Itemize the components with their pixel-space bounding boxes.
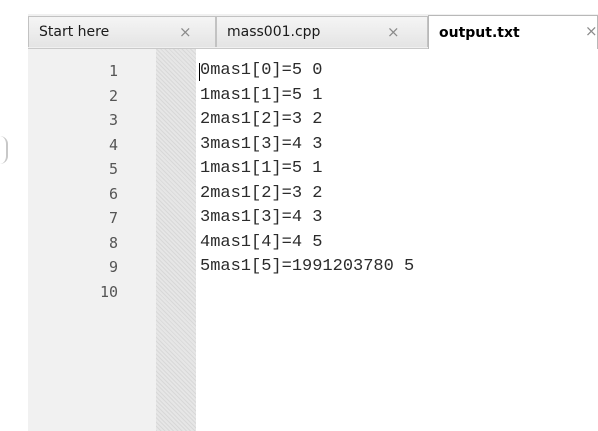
line-number: 2 xyxy=(108,86,118,105)
line-number: 6 xyxy=(108,184,118,203)
line-number: 3 xyxy=(108,111,118,129)
code-line[interactable]: 4mas1[4]=4 5 xyxy=(200,231,598,256)
code-line[interactable]: 1mas1[1]=5 1 xyxy=(200,157,598,182)
tab-label: output.txt xyxy=(439,24,520,41)
close-icon[interactable]: × xyxy=(387,23,400,41)
text-caret xyxy=(199,63,200,81)
code-line[interactable]: 1mas1[1]=5 1 xyxy=(200,84,598,109)
code-line[interactable] xyxy=(200,280,598,305)
left-panel-edge xyxy=(0,0,28,431)
line-number: 10 xyxy=(99,282,118,301)
close-icon[interactable]: × xyxy=(179,23,192,41)
line-number: 4 xyxy=(108,135,118,154)
line-numbers: 1 2 3 4 5 6 7 8 9 10 xyxy=(28,59,118,304)
line-number: 7 xyxy=(108,209,118,227)
fold-margin xyxy=(156,49,196,431)
tab-mass001-cpp[interactable]: mass001.cpp × xyxy=(216,16,428,47)
code-line[interactable]: 0mas1[0]=5 0 xyxy=(200,59,598,84)
text-editor[interactable]: 1 2 3 4 5 6 7 8 9 10 0mas1[0]=5 0 1mas1[… xyxy=(28,49,598,431)
code-line[interactable]: 3mas1[3]=4 3 xyxy=(200,133,598,158)
line-number: 5 xyxy=(108,160,118,178)
close-icon[interactable]: × xyxy=(585,22,598,40)
code-text[interactable]: 0mas1[0]=5 0 1mas1[1]=5 1 2mas1[2]=3 2 3… xyxy=(200,59,598,304)
code-line[interactable]: 2mas1[2]=3 2 xyxy=(200,108,598,133)
tab-bar: Start here × mass001.cpp × output.txt × xyxy=(28,14,598,49)
line-number: 8 xyxy=(108,233,118,252)
tab-start-here[interactable]: Start here × xyxy=(28,16,216,47)
code-line[interactable]: 5mas1[5]=1991203780 5 xyxy=(200,255,598,280)
panel-edge-glyph xyxy=(0,136,8,164)
code-line[interactable]: 3mas1[3]=4 3 xyxy=(200,206,598,231)
line-number: 9 xyxy=(108,258,118,276)
line-number: 1 xyxy=(108,62,118,80)
code-line[interactable]: 2mas1[2]=3 2 xyxy=(200,182,598,207)
editor-window: Start here × mass001.cpp × output.txt × … xyxy=(0,0,598,431)
tab-label: mass001.cpp xyxy=(227,24,321,40)
tab-label: Start here xyxy=(39,24,110,40)
tab-output-txt[interactable]: output.txt × xyxy=(428,15,598,49)
